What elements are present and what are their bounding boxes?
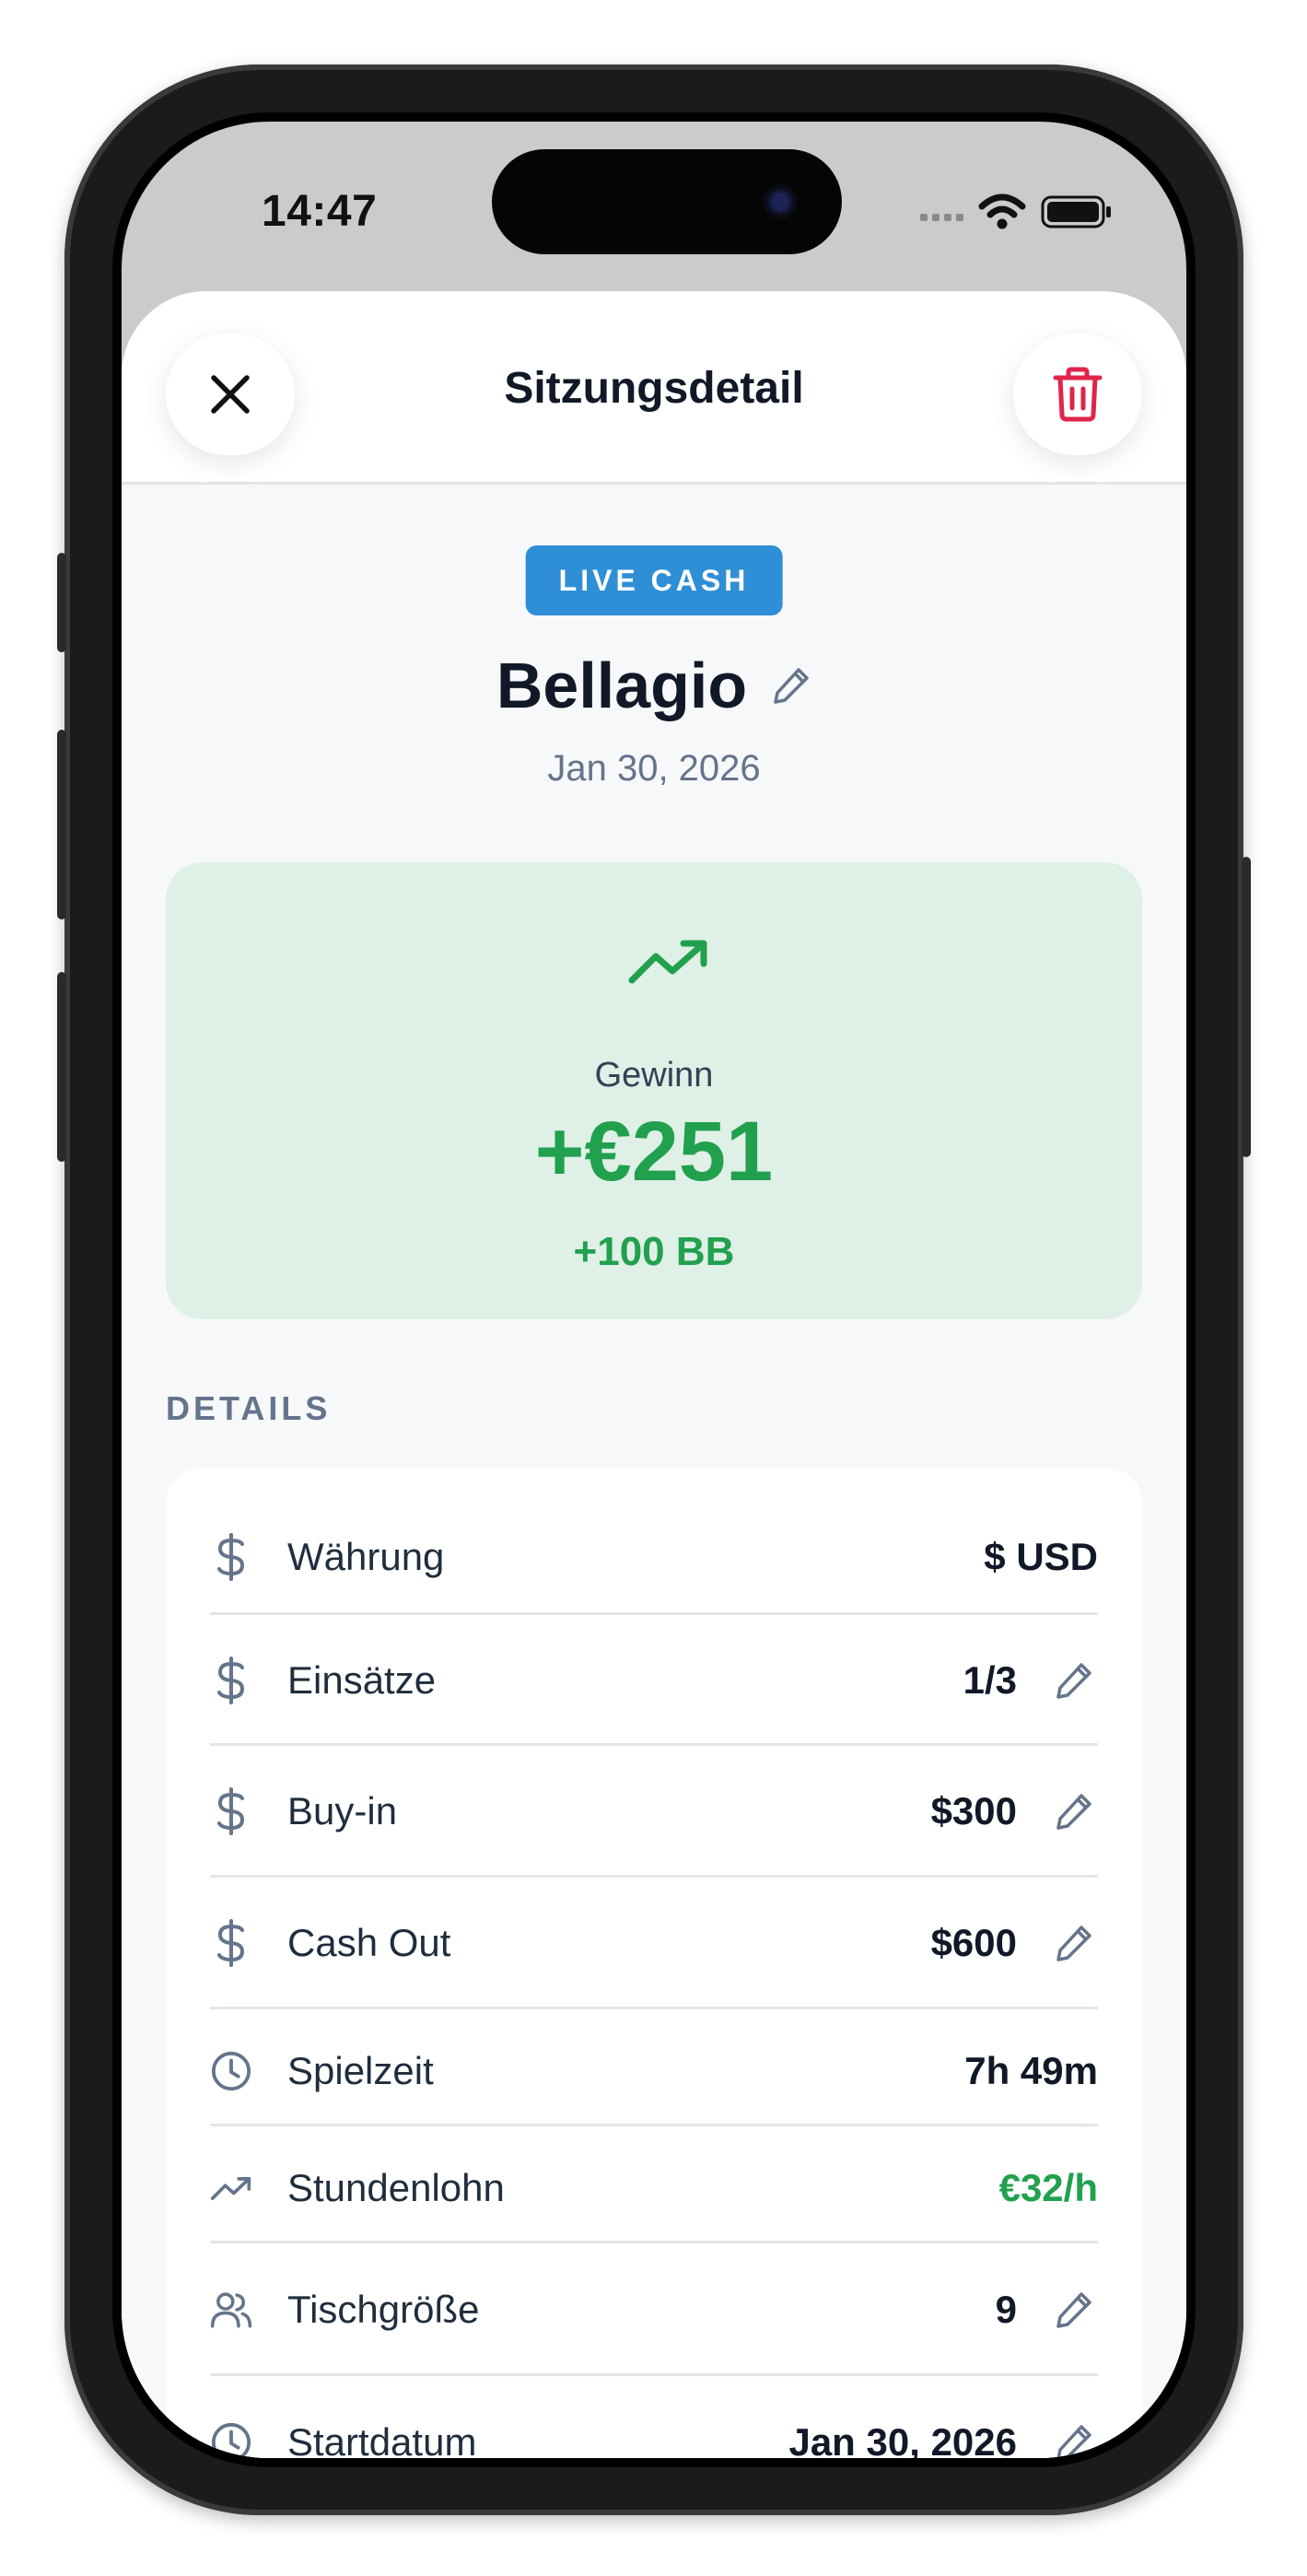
edit-pencil-icon[interactable]: [1050, 1660, 1098, 1701]
detail-row-start-date[interactable]: Startdatum Jan 30, 2026: [210, 2392, 1098, 2458]
divider: [210, 2124, 1098, 2126]
trend-up-icon: [628, 940, 707, 984]
dollar-icon: [210, 1533, 252, 1581]
detail-label: Einsätze: [287, 1658, 437, 1702]
detail-row-buy-in[interactable]: Buy-in $300: [210, 1762, 1098, 1861]
profit-amount: +€251: [534, 1105, 774, 1199]
detail-row-currency: Währung $ USD: [210, 1509, 1098, 1605]
divider: [210, 1612, 1098, 1615]
edit-pencil-icon[interactable]: [1050, 2422, 1098, 2458]
status-indicators: [920, 193, 1113, 230]
status-time: 14:47: [262, 187, 378, 236]
detail-value: Jan 30, 2026: [788, 2420, 1017, 2458]
delete-button[interactable]: [1013, 334, 1142, 455]
clock-icon: [210, 2420, 252, 2458]
wifi-icon: [978, 193, 1026, 229]
detail-label: Stundenlohn: [287, 2166, 505, 2209]
edit-pencil-icon[interactable]: [1050, 1923, 1098, 1963]
session-detail-sheet: Sitzungsdetail LIVE CASH Bellagio Jan 30…: [122, 291, 1186, 2458]
detail-row-playtime: Spielzeit 7h 49m: [210, 2025, 1098, 2117]
detail-value: $300: [930, 1789, 1017, 1832]
divider: [210, 1875, 1098, 1878]
profit-label: Gewinn: [594, 1056, 714, 1095]
users-icon: [210, 2289, 252, 2331]
volume-up-button: [57, 730, 66, 919]
battery-icon: [1041, 195, 1111, 228]
venue-row: Bellagio: [122, 649, 1186, 722]
power-button: [1242, 857, 1251, 1157]
detail-label: Cash Out: [287, 1921, 451, 1964]
detail-value: 1/3: [963, 1658, 1017, 1702]
details-section-title: DETAILS: [166, 1389, 332, 1427]
profit-card: Gewinn +€251 +100 BB: [166, 862, 1142, 1319]
detail-label: Tischgröße: [287, 2288, 480, 2331]
detail-row-cash-out[interactable]: Cash Out $600: [210, 1893, 1098, 1993]
screen: 14:47 Sitzungsdetail LIVE CASH Bellagio …: [122, 122, 1186, 2458]
detail-value: 9: [995, 2288, 1017, 2331]
detail-value: 7h 49m: [964, 2049, 1098, 2092]
detail-row-table-size[interactable]: Tischgröße 9: [210, 2259, 1098, 2360]
clock-icon: [210, 2049, 252, 2093]
detail-label: Spielzeit: [287, 2049, 434, 2092]
device-frame: 14:47 Sitzungsdetail LIVE CASH Bellagio …: [57, 64, 1251, 2515]
detail-row-stakes[interactable]: Einsätze 1/3: [210, 1631, 1098, 1730]
detail-label: Buy-in: [287, 1789, 398, 1832]
detail-value: $ USD: [984, 1535, 1098, 1578]
detail-row-hourly-rate: Stundenlohn €32/h: [210, 2142, 1098, 2234]
dollar-icon: [210, 1919, 252, 1967]
dollar-icon: [210, 1657, 252, 1704]
profit-big-blinds: +100 BB: [573, 1229, 735, 1274]
detail-value: €32/h: [998, 2166, 1098, 2209]
divider: [210, 2241, 1098, 2243]
trash-icon: [1053, 367, 1103, 422]
detail-value: $600: [930, 1921, 1017, 1964]
cellular-signal-icon: [920, 203, 963, 221]
edit-pencil-icon[interactable]: [1050, 2289, 1098, 2330]
divider: [210, 1743, 1098, 1746]
divider: [210, 2007, 1098, 2009]
detail-label: Startdatum: [287, 2420, 477, 2458]
details-card: Währung $ USD Einsätze 1/3 Buy-in $300 C…: [166, 1469, 1142, 2458]
trend-up-icon: [210, 2173, 252, 2203]
edit-pencil-icon[interactable]: [1050, 1791, 1098, 1832]
dynamic-island: [492, 149, 842, 254]
venue-name: Bellagio: [496, 650, 748, 721]
action-button: [57, 553, 66, 652]
detail-label: Währung: [287, 1535, 445, 1578]
session-date: Jan 30, 2026: [547, 748, 761, 789]
session-type-badge: LIVE CASH: [525, 545, 783, 615]
nav-bar: Sitzungsdetail: [122, 291, 1186, 485]
edit-venue-icon[interactable]: [771, 665, 811, 706]
volume-down-button: [57, 972, 66, 1162]
camera-icon: [763, 184, 798, 219]
divider: [210, 2373, 1098, 2376]
dollar-icon: [210, 1787, 252, 1835]
